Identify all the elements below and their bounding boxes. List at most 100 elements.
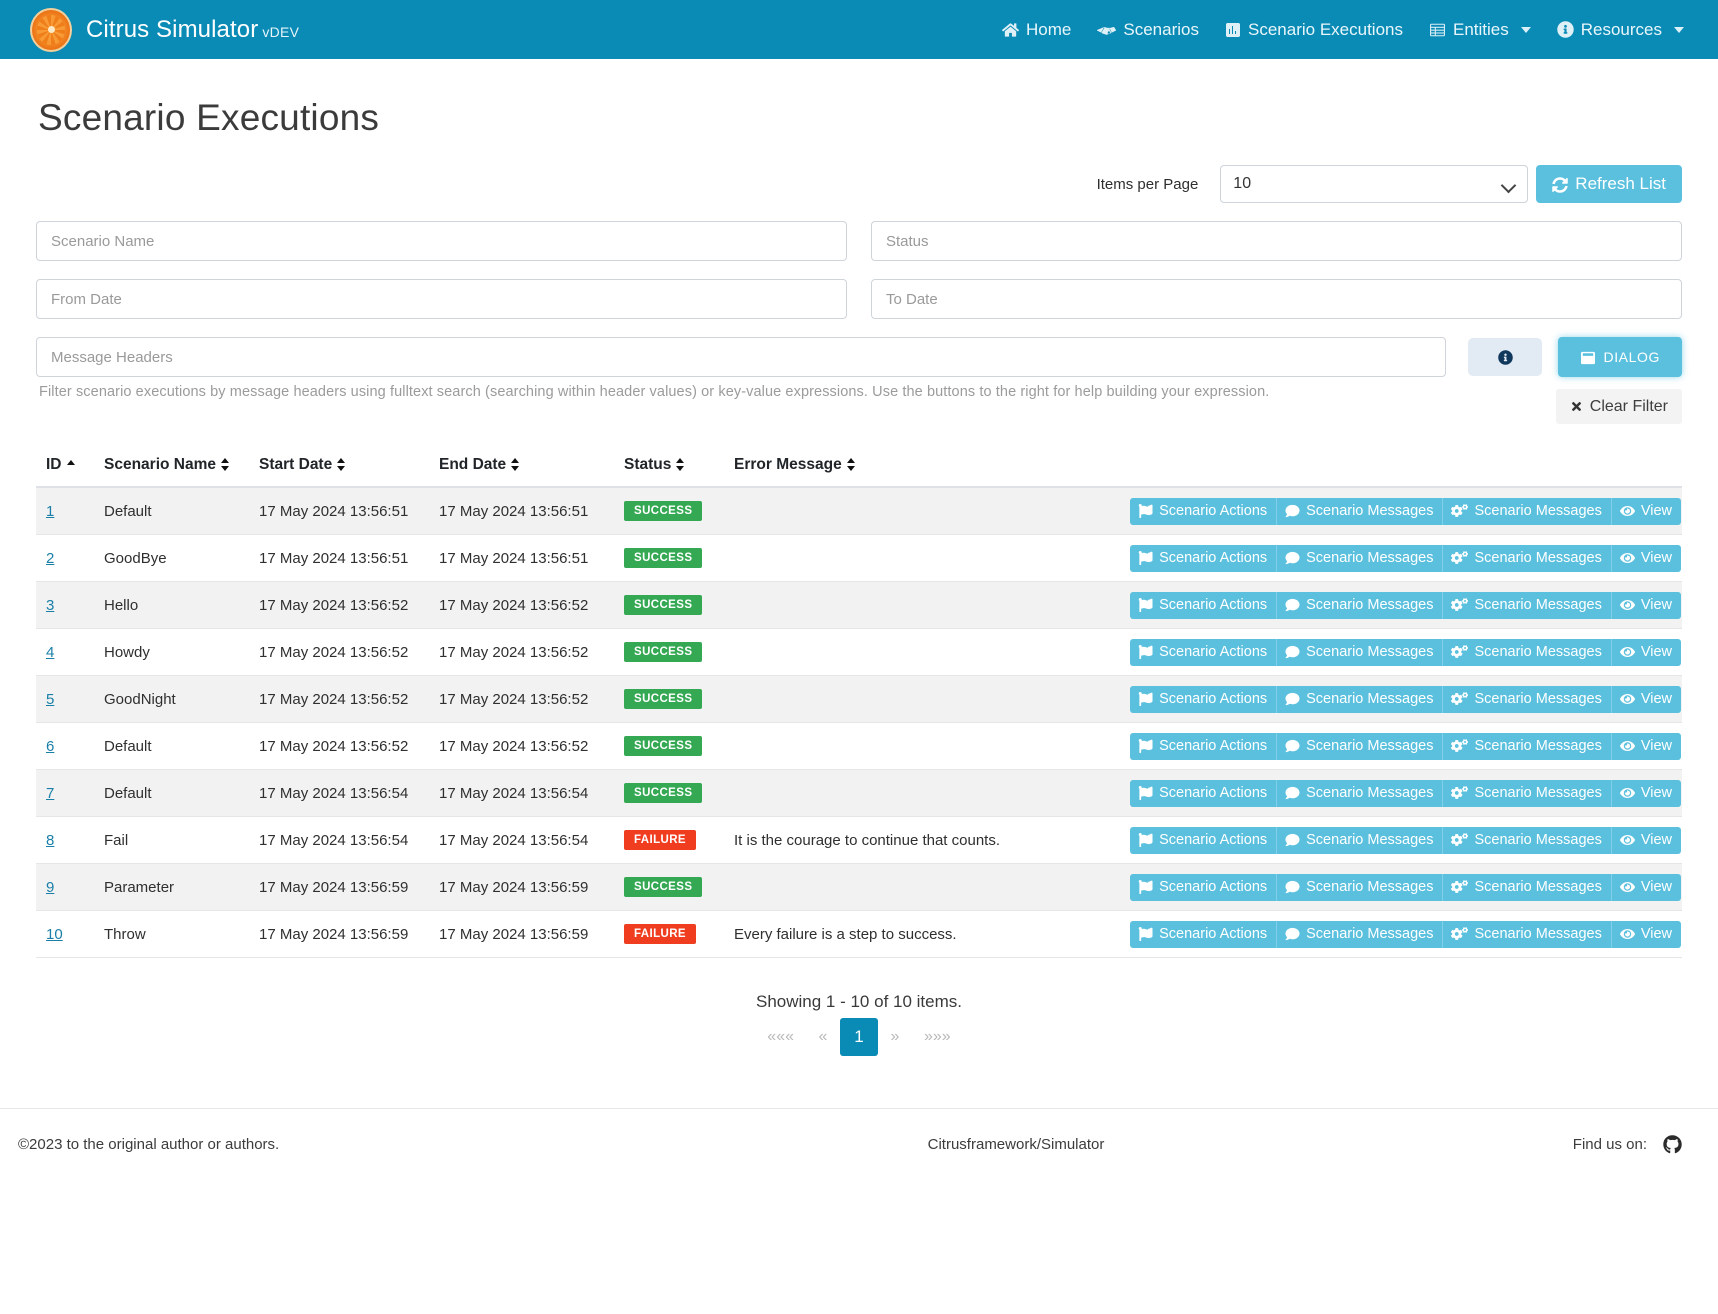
row-id-link[interactable]: 6 xyxy=(46,738,54,755)
cell-error-message xyxy=(724,723,1124,770)
pagination-prev-button[interactable]: « xyxy=(806,1019,840,1055)
to-date-input[interactable] xyxy=(871,279,1682,319)
clear-filter-button[interactable]: Clear Filter xyxy=(1556,389,1682,424)
row-id-link[interactable]: 8 xyxy=(46,832,54,849)
row-action-scenario-actions-0[interactable]: Scenario Actions xyxy=(1130,874,1277,901)
row-action-scenario-messages-2[interactable]: Scenario Messages xyxy=(1443,545,1611,572)
row-action-view-3[interactable]: View xyxy=(1612,498,1681,525)
flag-icon xyxy=(1138,691,1153,707)
table-row: 2GoodBye17 May 2024 13:56:5117 May 2024 … xyxy=(36,535,1682,582)
headers-dialog-button[interactable]: DIALOG xyxy=(1558,337,1682,377)
cell-error-message xyxy=(724,535,1124,582)
items-per-page-row: Items per Page 10 Refresh List xyxy=(36,165,1682,203)
row-action-view-3[interactable]: View xyxy=(1612,921,1681,948)
nav-item-resources[interactable]: Resources xyxy=(1557,20,1684,40)
sort-icon xyxy=(511,458,520,472)
github-icon[interactable] xyxy=(1663,1135,1682,1154)
nav-item-scenarios[interactable]: Scenarios xyxy=(1097,20,1199,40)
row-action-scenario-actions-0[interactable]: Scenario Actions xyxy=(1130,592,1277,619)
comment-icon xyxy=(1285,503,1300,519)
column-header-status[interactable]: Status xyxy=(614,446,724,487)
footer-copyright: ©2023 to the original author or authors. xyxy=(18,1136,279,1153)
row-id-link[interactable]: 4 xyxy=(46,644,54,661)
row-action-scenario-messages-2[interactable]: Scenario Messages xyxy=(1443,921,1611,948)
cogs-icon xyxy=(1451,926,1468,942)
row-action-scenario-messages-2[interactable]: Scenario Messages xyxy=(1443,733,1611,760)
row-id-link[interactable]: 3 xyxy=(46,597,54,614)
row-action-scenario-messages-1[interactable]: Scenario Messages xyxy=(1277,545,1443,572)
row-action-scenario-messages-1[interactable]: Scenario Messages xyxy=(1277,921,1443,948)
pagination-first-button[interactable]: ««« xyxy=(755,1019,806,1055)
nav-item-scenario-executions[interactable]: Scenario Executions xyxy=(1225,20,1403,40)
pagination-last-button[interactable]: »»» xyxy=(912,1019,963,1055)
row-action-scenario-messages-1[interactable]: Scenario Messages xyxy=(1277,733,1443,760)
table-head: ID Scenario Name Start Date End Date Sta… xyxy=(36,446,1682,487)
row-id-link[interactable]: 10 xyxy=(46,926,63,943)
row-action-view-3[interactable]: View xyxy=(1612,686,1681,713)
pagination-next-button[interactable]: » xyxy=(878,1019,912,1055)
row-action-scenario-actions-0[interactable]: Scenario Actions xyxy=(1130,498,1277,525)
row-action-scenario-messages-1[interactable]: Scenario Messages xyxy=(1277,874,1443,901)
showing-count: Showing 1 - 10 of 10 items. xyxy=(36,992,1682,1012)
row-action-scenario-actions-0[interactable]: Scenario Actions xyxy=(1130,639,1277,666)
row-action-scenario-actions-0[interactable]: Scenario Actions xyxy=(1130,733,1277,760)
row-action-scenario-messages-1[interactable]: Scenario Messages xyxy=(1277,592,1443,619)
row-action-scenario-messages-1[interactable]: Scenario Messages xyxy=(1277,780,1443,807)
scenario-name-input[interactable] xyxy=(36,221,847,261)
row-action-scenario-messages-1[interactable]: Scenario Messages xyxy=(1277,498,1443,525)
refresh-list-button[interactable]: Refresh List xyxy=(1536,165,1682,203)
row-action-scenario-messages-1[interactable]: Scenario Messages xyxy=(1277,639,1443,666)
row-action-view-3[interactable]: View xyxy=(1612,780,1681,807)
column-header-scenario-name[interactable]: Scenario Name xyxy=(94,446,249,487)
filter-row-1 xyxy=(36,221,1682,261)
row-action-view-3[interactable]: View xyxy=(1612,592,1681,619)
footer-project-link[interactable]: Citrusframework/Simulator xyxy=(928,1136,1105,1153)
row-action-scenario-messages-1[interactable]: Scenario Messages xyxy=(1277,686,1443,713)
row-id-link[interactable]: 7 xyxy=(46,785,54,802)
row-action-scenario-messages-2[interactable]: Scenario Messages xyxy=(1443,827,1611,854)
row-action-scenario-actions-0[interactable]: Scenario Actions xyxy=(1130,780,1277,807)
brand[interactable]: Citrus SimulatorvDEV xyxy=(30,8,299,52)
nav-item-entities[interactable]: Entities xyxy=(1429,20,1531,40)
row-action-scenario-messages-1[interactable]: Scenario Messages xyxy=(1277,827,1443,854)
row-action-scenario-actions-0[interactable]: Scenario Actions xyxy=(1130,545,1277,572)
row-action-view-3[interactable]: View xyxy=(1612,874,1681,901)
row-id-link[interactable]: 1 xyxy=(46,503,54,520)
row-action-scenario-actions-0[interactable]: Scenario Actions xyxy=(1130,921,1277,948)
column-header-error-message[interactable]: Error Message xyxy=(724,446,1682,487)
column-header-end-date[interactable]: End Date xyxy=(429,446,614,487)
row-action-label: Scenario Messages xyxy=(1306,738,1433,754)
from-date-input[interactable] xyxy=(36,279,847,319)
row-action-view-3[interactable]: View xyxy=(1612,545,1681,572)
items-per-page-select[interactable]: 10 xyxy=(1220,165,1528,203)
row-action-scenario-actions-0[interactable]: Scenario Actions xyxy=(1130,827,1277,854)
row-action-scenario-messages-2[interactable]: Scenario Messages xyxy=(1443,639,1611,666)
row-action-label: Scenario Actions xyxy=(1159,597,1267,613)
row-action-label: Scenario Messages xyxy=(1306,785,1433,801)
status-input[interactable] xyxy=(871,221,1682,261)
column-header-id[interactable]: ID xyxy=(36,446,94,487)
message-headers-input[interactable] xyxy=(36,337,1446,377)
row-action-scenario-messages-2[interactable]: Scenario Messages xyxy=(1443,592,1611,619)
row-action-view-3[interactable]: View xyxy=(1612,827,1681,854)
row-id-link[interactable]: 9 xyxy=(46,879,54,896)
cell-end-date: 17 May 2024 13:56:51 xyxy=(429,487,614,535)
pagination-page-1-button[interactable]: 1 xyxy=(840,1018,878,1056)
row-id-link[interactable]: 2 xyxy=(46,550,54,567)
clear-filter-label: Clear Filter xyxy=(1590,398,1668,416)
row-action-scenario-messages-2[interactable]: Scenario Messages xyxy=(1443,874,1611,901)
brand-title: Citrus SimulatorvDEV xyxy=(86,16,299,44)
row-action-scenario-actions-0[interactable]: Scenario Actions xyxy=(1130,686,1277,713)
row-action-scenario-messages-2[interactable]: Scenario Messages xyxy=(1443,780,1611,807)
headers-info-button[interactable] xyxy=(1468,338,1542,376)
nav-item-home[interactable]: Home xyxy=(1002,20,1071,40)
row-action-scenario-messages-2[interactable]: Scenario Messages xyxy=(1443,498,1611,525)
row-action-scenario-messages-2[interactable]: Scenario Messages xyxy=(1443,686,1611,713)
cell-scenario-name: Default xyxy=(94,770,249,817)
cogs-icon xyxy=(1451,691,1468,707)
row-id-link[interactable]: 5 xyxy=(46,691,54,708)
row-action-group: Scenario ActionsScenario MessagesScenari… xyxy=(1130,686,1681,713)
column-header-start-date[interactable]: Start Date xyxy=(249,446,429,487)
row-action-view-3[interactable]: View xyxy=(1612,639,1681,666)
row-action-view-3[interactable]: View xyxy=(1612,733,1681,760)
